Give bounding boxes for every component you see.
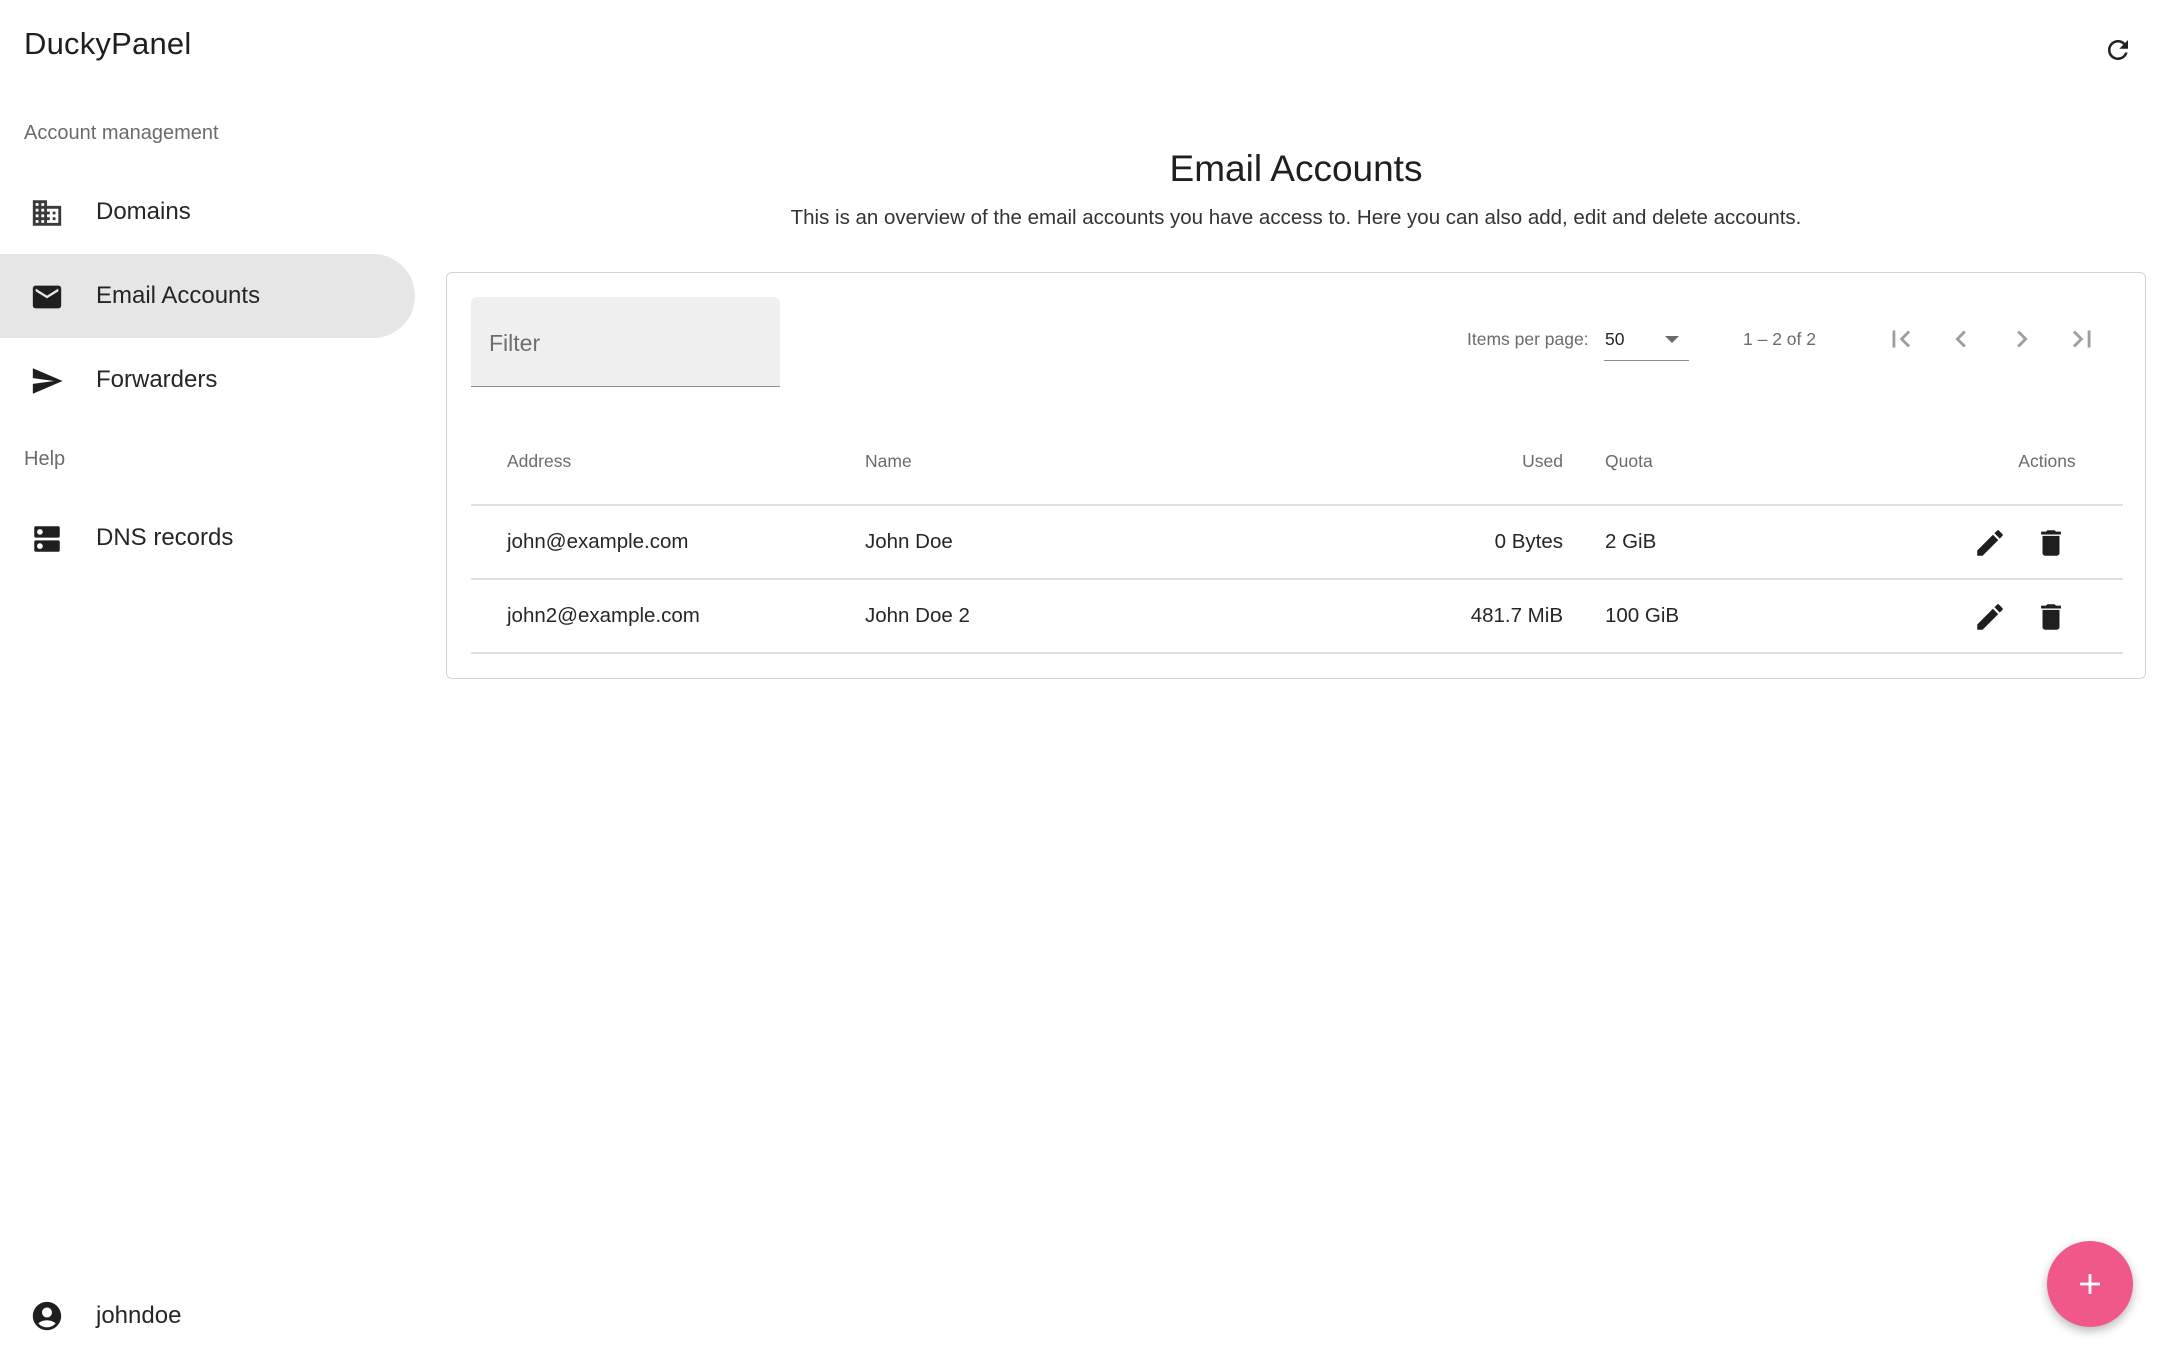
column-header-name[interactable]: Name [865, 451, 912, 472]
paginator-range: 1 – 2 of 2 [1743, 329, 1816, 349]
chevron-left-icon [1955, 330, 1966, 348]
sidebar-item-forwarders[interactable]: Forwarders [0, 338, 415, 422]
filter-input[interactable]: Filter [471, 297, 780, 387]
refresh-button[interactable] [2098, 30, 2138, 70]
first-page-icon [1892, 330, 1911, 348]
cell-name: John Doe 2 [865, 604, 970, 627]
sidebar: Account management Domains Email Account… [0, 0, 420, 1362]
delete-button[interactable] [2029, 521, 2073, 565]
section-account-management: Account management [24, 122, 219, 144]
cell-address: john2@example.com [507, 604, 700, 627]
next-page-button[interactable] [1998, 315, 2046, 363]
row-divider [471, 652, 2123, 654]
cell-address: john@example.com [507, 530, 689, 553]
sidebar-item-label: Domains [96, 198, 191, 225]
chevron-right-icon [2017, 330, 2028, 348]
trash-icon [2041, 604, 2061, 630]
column-header-actions: Actions [2018, 451, 2076, 471]
account-circle-icon [32, 1301, 62, 1331]
column-header-used[interactable]: Used [1463, 451, 1563, 472]
sidebar-item-label: Email Accounts [96, 282, 261, 309]
trash-icon [2041, 530, 2061, 556]
cell-name: John Doe [865, 530, 953, 553]
add-account-button[interactable] [2047, 1241, 2133, 1327]
row-divider [471, 578, 2123, 580]
header-divider [471, 504, 2123, 506]
cell-used: 0 Bytes [1494, 530, 1563, 553]
sidebar-item-label: DNS records [96, 524, 234, 551]
send-icon [32, 368, 63, 394]
cell-quota: 100 GiB [1605, 604, 1680, 627]
chevron-down-icon [1665, 336, 1679, 343]
column-header-address[interactable]: Address [507, 451, 571, 472]
edit-icon [1977, 530, 2003, 556]
sidebar-item-dns-records[interactable]: DNS records [0, 496, 415, 580]
items-per-page-select[interactable]: 50 [1604, 319, 1689, 361]
accounts-card: Filter Items per page: 50 1 – 2 of 2 Add… [446, 272, 2146, 679]
mail-icon [32, 285, 62, 309]
plus-icon [2080, 1274, 2100, 1294]
edit-icon [1977, 604, 2003, 630]
first-page-button[interactable] [1877, 315, 1925, 363]
sidebar-item-label: Forwarders [96, 366, 218, 393]
column-header-quota[interactable]: Quota [1605, 451, 1653, 472]
items-per-page-value: 50 [1605, 329, 1625, 349]
page-subtitle: This is an overview of the email account… [790, 206, 1802, 229]
edit-button[interactable] [1968, 521, 2012, 565]
page-title: Email Accounts [1169, 148, 1423, 189]
delete-button[interactable] [2029, 595, 2073, 639]
user-name: johndoe [96, 1302, 182, 1329]
filter-placeholder: Filter [489, 330, 541, 356]
edit-button[interactable] [1968, 595, 2012, 639]
dns-icon [34, 526, 60, 552]
last-page-button[interactable] [2058, 315, 2106, 363]
items-per-page-label: Items per page: [1467, 329, 1589, 349]
cell-used: 481.7 MiB [1470, 604, 1563, 627]
previous-page-button[interactable] [1937, 315, 1985, 363]
sidebar-item-domains[interactable]: Domains [0, 170, 415, 254]
section-help: Help [24, 448, 66, 470]
sidebar-item-email-accounts[interactable]: Email Accounts [0, 254, 415, 338]
last-page-icon [2072, 330, 2091, 348]
cell-quota: 2 GiB [1605, 530, 1657, 553]
user-menu[interactable]: johndoe [0, 1278, 415, 1354]
refresh-icon [2108, 40, 2128, 60]
domain-icon [32, 200, 62, 226]
